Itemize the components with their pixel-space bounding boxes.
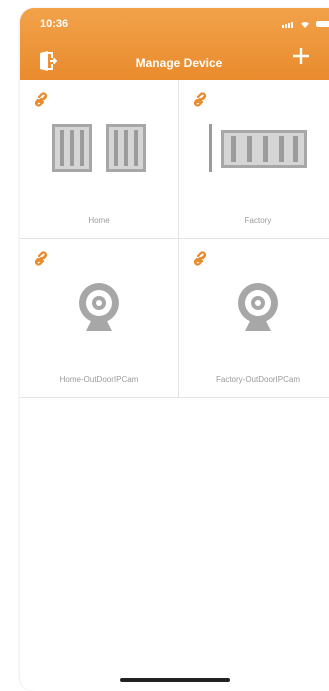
device-tile-factory[interactable]: Factory (179, 80, 329, 239)
home-indicator[interactable] (120, 678, 230, 682)
ip-camera-icon (238, 283, 278, 331)
page-title: Manage Device (135, 56, 223, 70)
chain-link-icon (34, 251, 48, 266)
wifi-icon (300, 21, 309, 28)
device-name-label: Home-OutDoorIPCam (59, 375, 139, 384)
cellular-signal-icon (282, 18, 294, 28)
battery-icon (316, 20, 329, 27)
add-device-button[interactable] (292, 46, 310, 70)
chain-link-icon (193, 92, 207, 107)
ip-camera-icon (79, 283, 119, 331)
status-time: 10:36 (40, 18, 69, 30)
phone-screen: 10:36 Manage Device Home Factory Home-Ou… (20, 8, 329, 691)
sliding-gate-icon (209, 124, 307, 172)
device-tile-home-outdoor-ipcam[interactable]: Home-OutDoorIPCam (20, 239, 179, 398)
device-name-label: Home (88, 216, 110, 225)
double-gate-icon (52, 124, 146, 172)
chain-link-icon (34, 92, 48, 107)
chain-link-icon (193, 251, 207, 266)
plus-icon (293, 48, 309, 64)
status-bar: 10:36 (20, 8, 329, 38)
status-icons (282, 18, 329, 28)
app-header: 10:36 Manage Device (20, 8, 329, 80)
device-tile-factory-outdoor-ipcam[interactable]: Factory-OutDoorIPCam (179, 239, 329, 398)
device-tile-home[interactable]: Home (20, 80, 179, 239)
device-name-label: Factory-OutDoorIPCam (215, 375, 301, 384)
device-name-label: Factory (244, 216, 272, 225)
